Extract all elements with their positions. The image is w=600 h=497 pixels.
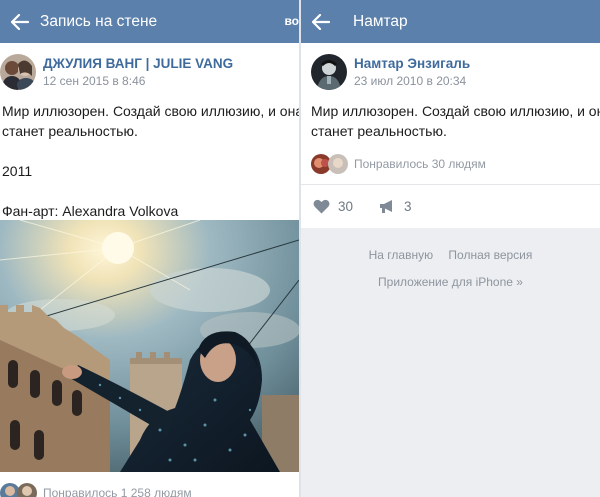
post-text-line: Мир иллюзорен. Создай свою иллюзию, и он… — [2, 103, 299, 119]
megaphone-icon — [380, 200, 393, 213]
repost-count: 3 — [404, 199, 412, 214]
back-button[interactable] — [301, 0, 341, 43]
page-title: Намтар — [353, 12, 408, 30]
topbar-action[interactable]: во — [284, 14, 299, 28]
home-link[interactable]: На главную — [369, 248, 433, 262]
avatar[interactable] — [311, 54, 347, 90]
heart-icon — [313, 199, 330, 214]
profile-panel: Намтар Намтар Энзигаль 23 июл 2010 в 20:… — [301, 0, 600, 497]
post-text-line — [2, 141, 299, 161]
post-date[interactable]: 23 июл 2010 в 20:34 — [354, 73, 470, 89]
post-text-line: 2011 — [2, 163, 33, 179]
post-text-line: станет реальностью. — [311, 123, 447, 139]
footer: На главную Полная версия Приложение для … — [301, 248, 600, 289]
topbar: Намтар — [301, 0, 600, 43]
wall-post-panel: Запись на стене во ДЖУЛИЯ ВАНГ | JULIE V… — [0, 0, 299, 497]
post-header: ДЖУЛИЯ ВАНГ | JULIE VANG 12 сен 2015 в 8… — [0, 43, 299, 101]
post-text-line: Мир иллюзорен. Создай свою иллюзию, и он… — [311, 103, 600, 119]
post-text: Мир иллюзорен. Создай свою иллюзию, и он… — [301, 101, 600, 141]
post-date[interactable]: 12 сен 2015 в 8:46 — [43, 73, 233, 89]
repost-button[interactable]: 3 — [379, 199, 412, 214]
post-photo[interactable] — [0, 219, 299, 473]
full-version-link[interactable]: Полная версия — [448, 248, 532, 262]
like-count: 30 — [338, 199, 354, 214]
post-text-line — [2, 181, 299, 201]
arrow-left-icon — [11, 13, 29, 30]
avatar[interactable] — [0, 54, 36, 90]
post-header: Намтар Энзигаль 23 июл 2010 в 20:34 — [301, 43, 600, 101]
post-actions: 30 3 — [301, 184, 600, 228]
likes-row[interactable]: Понравилось 30 людям — [301, 149, 600, 179]
back-button[interactable] — [0, 0, 40, 43]
iphone-app-link[interactable]: Приложение для iPhone » — [301, 275, 600, 289]
post-author-link[interactable]: Намтар Энзигаль — [354, 56, 470, 72]
post-author-link[interactable]: ДЖУЛИЯ ВАНГ | JULIE VANG — [43, 56, 233, 72]
post-text-line: Фан-арт: Alexandra Volkova — [2, 203, 179, 219]
avatar[interactable] — [328, 154, 348, 174]
like-button[interactable]: 30 — [313, 199, 353, 214]
topbar: Запись на стене во — [0, 0, 299, 43]
likes-row[interactable]: Понравилось 1 258 людям — [0, 478, 192, 497]
likes-count-text[interactable]: Понравилось 1 258 людям — [43, 486, 192, 497]
page-title: Запись на стене — [40, 12, 158, 30]
likes-count-text[interactable]: Понравилось 30 людям — [354, 157, 486, 171]
arrow-left-icon — [312, 13, 330, 30]
post-text-line: станет реальностью. — [2, 123, 138, 139]
post-card: Намтар Энзигаль 23 июл 2010 в 20:34 Мир … — [301, 43, 600, 184]
avatar[interactable] — [17, 483, 37, 497]
